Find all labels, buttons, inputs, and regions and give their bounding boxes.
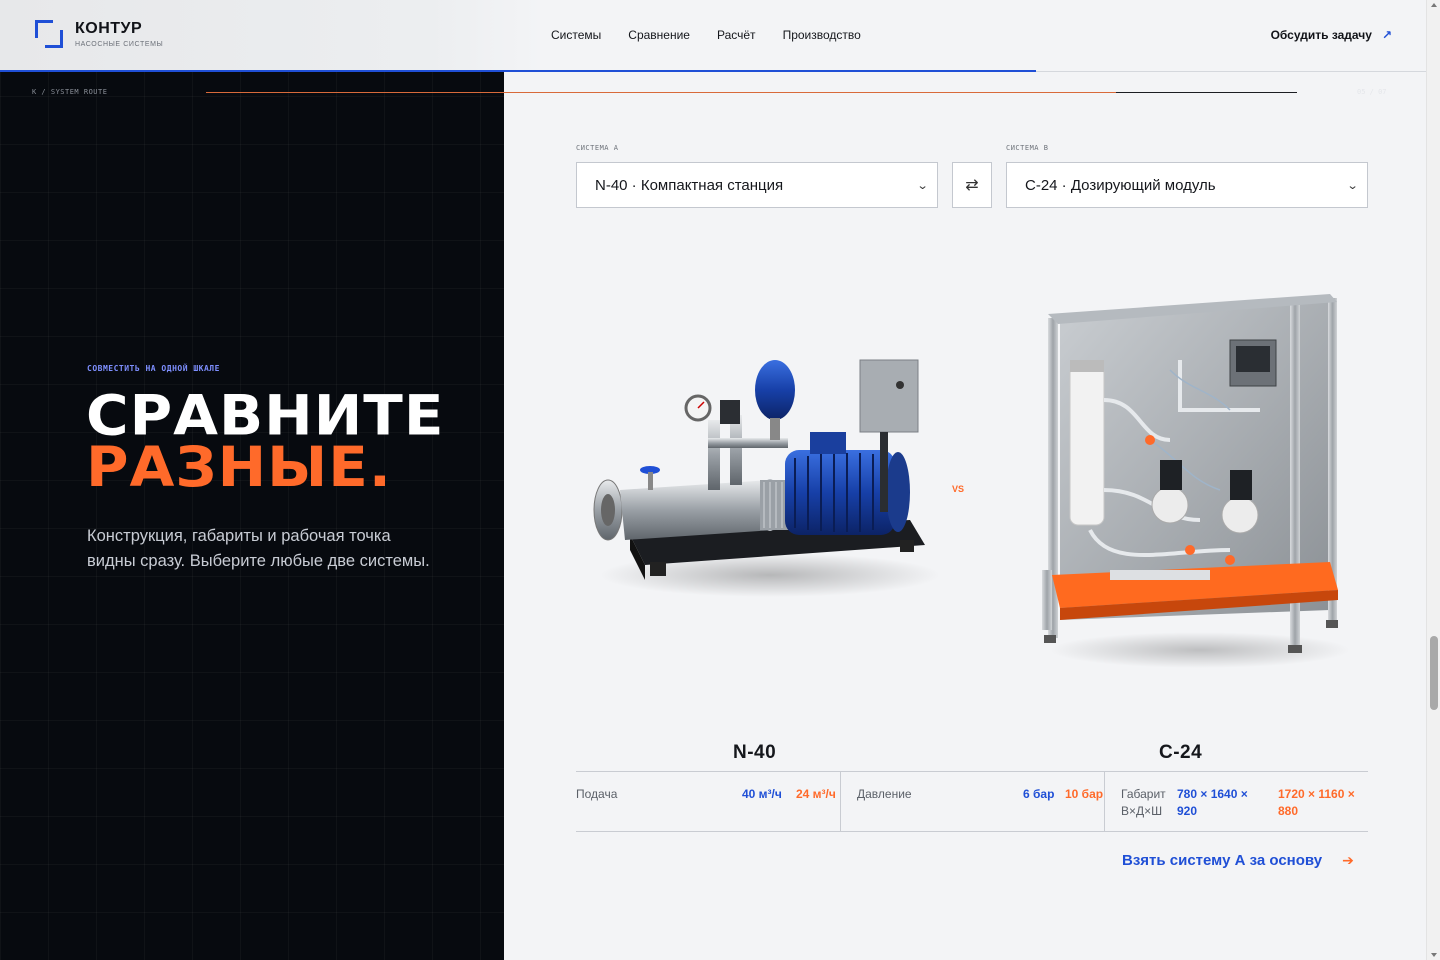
spec-label: Подача	[576, 787, 618, 801]
page-scrollbar[interactable]	[1426, 0, 1440, 960]
product-b-name: С-24	[1159, 742, 1203, 763]
main-nav: Системы Сравнение Расчёт Производство	[551, 28, 861, 42]
product-a-name: N-40	[733, 742, 777, 763]
chevron-down-icon: ⌄	[916, 179, 929, 192]
hero-title: СРАВНИТЕ РАЗНЫЕ.	[86, 383, 445, 500]
route-label: К / SYSTEM ROUTE	[32, 88, 108, 96]
spec-table-top-border	[576, 771, 1368, 772]
swap-arrows-icon: ⇄	[965, 177, 979, 194]
arrow-right-icon: ➔	[1342, 852, 1354, 868]
header-progress-line	[0, 70, 1036, 72]
spec-label: Давление	[857, 787, 912, 801]
spec-value-a: 780 × 1640 × 920	[1177, 787, 1248, 818]
spec-table-bottom-border	[576, 831, 1368, 832]
logo-mark-icon	[35, 20, 63, 48]
discuss-task-button[interactable]: Обсудить задачу ↗	[1271, 28, 1392, 42]
logo[interactable]: КОНТУР НАСОСНЫЕ СИСТЕМЫ	[35, 20, 163, 48]
brand-tagline: НАСОСНЫЕ СИСТЕМЫ	[75, 41, 164, 48]
nav-item-compare[interactable]: Сравнение	[628, 28, 690, 42]
route-progress-line	[206, 92, 1116, 93]
system-b-label: СИСТЕМА В	[1006, 144, 1049, 152]
spec-label: Габарит В×Д×Ш	[1121, 787, 1166, 818]
system-a-value: N-40 · Компактная станция	[595, 176, 784, 194]
system-b-value: С-24 · Дозирующий модуль	[1025, 176, 1216, 194]
hero-title-line1: СРАВНИТЕ	[86, 383, 445, 448]
spec-divider	[840, 772, 841, 831]
site-header: КОНТУР НАСОСНЫЕ СИСТЕМЫ Системы Сравнени…	[0, 0, 1426, 72]
product-a-image	[593, 359, 940, 597]
use-system-a-label: Взять систему А за основу	[1122, 852, 1323, 869]
spec-value-b: 1720 × 1160 × 880	[1278, 787, 1355, 818]
nav-item-systems[interactable]: Системы	[551, 28, 601, 42]
arrow-up-right-icon: ↗	[1381, 28, 1392, 42]
vs-label: VS	[952, 484, 965, 494]
route-counter: 05 / 07	[1357, 88, 1387, 96]
spec-divider	[1104, 772, 1105, 831]
use-system-a-link[interactable]: Взять систему А за основу ➔	[1122, 852, 1354, 869]
nav-item-production[interactable]: Производство	[783, 28, 861, 42]
scroll-down-icon[interactable]	[1431, 953, 1437, 957]
nav-item-calc[interactable]: Расчёт	[717, 28, 756, 42]
header-divider	[1036, 71, 1426, 72]
chevron-down-icon: ⌄	[1346, 179, 1359, 192]
scroll-up-icon[interactable]	[1431, 3, 1437, 7]
cta-label: Обсудить задачу	[1270, 28, 1372, 42]
brand-name: КОНТУР	[75, 20, 143, 37]
product-b-image	[1042, 294, 1350, 668]
spec-value-b: 24 м³/ч	[796, 787, 836, 801]
hero-description: Конструкция, габариты и рабочая точка ви…	[87, 527, 430, 570]
hero-title-line2: РАЗНЫЕ.	[86, 434, 392, 500]
scroll-thumb[interactable]	[1430, 636, 1438, 710]
route-remaining-line	[1116, 92, 1297, 93]
system-b-select[interactable]: С-24 · Дозирующий модуль ⌄	[1006, 162, 1368, 208]
spec-value-a: 40 м³/ч	[742, 787, 782, 801]
spec-value-a: 6 бар	[1023, 787, 1055, 801]
swap-button[interactable]: ⇄	[952, 162, 992, 208]
system-a-select[interactable]: N-40 · Компактная станция ⌄	[576, 162, 938, 208]
spec-value-b: 10 бар	[1065, 787, 1104, 801]
system-a-label: СИСТЕМА А	[576, 144, 619, 152]
hero-eyebrow: СОВМЕСТИТЬ НА ОДНОЙ ШКАЛЕ	[87, 364, 220, 373]
